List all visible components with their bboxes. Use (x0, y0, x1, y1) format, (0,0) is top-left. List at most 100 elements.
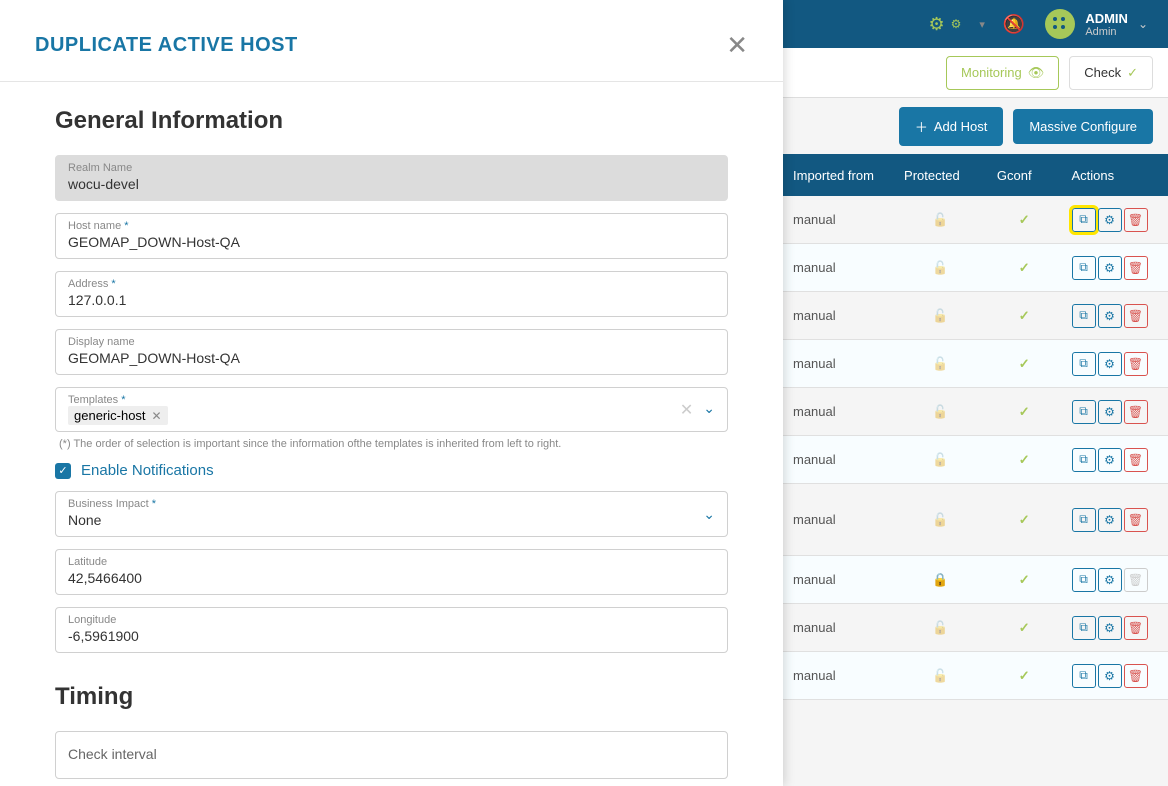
check-icon (1019, 512, 1030, 527)
td-actions: ⧉⚙🗑 (1062, 304, 1168, 328)
latitude-input[interactable] (68, 568, 715, 588)
configure-icon[interactable]: ⚙ (1098, 352, 1122, 376)
duplicate-icon[interactable]: ⧉ (1072, 256, 1096, 280)
th-protected[interactable]: Protected (894, 168, 987, 183)
add-host-button[interactable]: ＋ Add Host (899, 107, 1004, 146)
td-imported: manual (783, 620, 894, 635)
templates-label: Templates * (68, 394, 168, 406)
td-gconf (987, 356, 1062, 372)
settings-icon[interactable]: ⚙ (928, 14, 944, 35)
chip-remove-icon[interactable]: ✕ (152, 409, 162, 423)
massive-configure-button[interactable]: Massive Configure (1013, 109, 1153, 144)
unlock-icon (932, 356, 948, 371)
display-label: Display name (68, 336, 715, 348)
td-gconf (987, 572, 1062, 588)
configure-icon[interactable]: ⚙ (1098, 208, 1122, 232)
configure-icon[interactable]: ⚙ (1098, 400, 1122, 424)
display-input[interactable] (68, 348, 715, 368)
delete-icon[interactable]: 🗑 (1124, 208, 1148, 232)
hostname-input[interactable] (68, 232, 715, 252)
delete-icon[interactable]: 🗑 (1124, 508, 1148, 532)
configure-icon[interactable]: ⚙ (1098, 448, 1122, 472)
delete-icon[interactable]: 🗑 (1124, 448, 1148, 472)
display-name-field[interactable]: Display name (55, 329, 728, 375)
avatar-icon (1045, 9, 1075, 39)
check-icon (1019, 572, 1030, 587)
duplicate-icon[interactable]: ⧉ (1072, 448, 1096, 472)
duplicate-icon[interactable]: ⧉ (1072, 208, 1096, 232)
chevron-down-icon[interactable]: ⌄ (703, 400, 715, 420)
td-imported: manual (783, 404, 894, 419)
check-icon (1019, 212, 1030, 227)
user-menu[interactable]: ADMIN Admin ⌄ (1045, 9, 1148, 39)
td-protected (894, 356, 987, 372)
timing-heading: Timing (55, 683, 728, 711)
hostname-field[interactable]: Host name * (55, 213, 728, 259)
business-label: Business Impact * (68, 498, 156, 510)
td-gconf (987, 308, 1062, 324)
chevron-down-icon: ⌄ (1138, 17, 1148, 31)
check-icon (1019, 452, 1030, 467)
enable-notifications[interactable]: ✓ Enable Notifications (55, 462, 728, 479)
duplicate-icon[interactable]: ⧉ (1072, 352, 1096, 376)
check-button[interactable]: Check ✓ (1069, 56, 1153, 90)
delete-icon[interactable]: 🗑 (1124, 256, 1148, 280)
td-imported: manual (783, 572, 894, 587)
templates-field[interactable]: Templates * generic-host ✕ ✕ ⌄ (55, 387, 728, 432)
plus-icon: ＋ (915, 117, 928, 136)
unlock-icon (932, 404, 948, 419)
duplicate-icon[interactable]: ⧉ (1072, 508, 1096, 532)
duplicate-icon[interactable]: ⧉ (1072, 664, 1096, 688)
configure-icon[interactable]: ⚙ (1098, 616, 1122, 640)
chevron-down-icon[interactable]: ⌄ (703, 506, 715, 523)
td-protected (894, 668, 987, 684)
realm-label: Realm Name (68, 162, 715, 174)
td-gconf (987, 452, 1062, 468)
configure-icon[interactable]: ⚙ (1098, 256, 1122, 280)
duplicate-icon[interactable]: ⧉ (1072, 616, 1096, 640)
td-imported: manual (783, 260, 894, 275)
settings-small-icon[interactable]: ⚙ (951, 17, 962, 31)
configure-icon[interactable]: ⚙ (1098, 508, 1122, 532)
td-protected (894, 512, 987, 528)
th-actions: Actions (1062, 168, 1168, 183)
longitude-label: Longitude (68, 614, 715, 626)
clear-icon[interactable]: ✕ (680, 400, 693, 420)
business-impact-field[interactable]: Business Impact * None ⌄ (55, 491, 728, 537)
realm-value: wocu-devel (68, 174, 715, 194)
configure-icon[interactable]: ⚙ (1098, 304, 1122, 328)
td-imported: manual (783, 308, 894, 323)
delete-icon[interactable]: 🗑 (1124, 400, 1148, 424)
mute-icon[interactable]: 🔕 (1003, 14, 1025, 35)
td-imported: manual (783, 668, 894, 683)
duplicate-icon[interactable]: ⧉ (1072, 568, 1096, 592)
configure-icon[interactable]: ⚙ (1098, 568, 1122, 592)
address-field[interactable]: Address * (55, 271, 728, 317)
td-imported: manual (783, 356, 894, 371)
monitoring-button[interactable]: Monitoring 👁 (946, 56, 1059, 90)
latitude-field[interactable]: Latitude (55, 549, 728, 595)
close-button[interactable]: ✕ (726, 30, 748, 61)
configure-icon[interactable]: ⚙ (1098, 664, 1122, 688)
td-protected (894, 620, 987, 636)
delete-icon[interactable]: 🗑 (1124, 352, 1148, 376)
checkbox-icon[interactable]: ✓ (55, 463, 71, 479)
duplicate-icon[interactable]: ⧉ (1072, 400, 1096, 424)
delete-icon[interactable]: 🗑 (1124, 616, 1148, 640)
check-interval-field[interactable]: Check interval (55, 731, 728, 779)
td-imported: manual (783, 212, 894, 227)
td-gconf (987, 260, 1062, 276)
th-gconf[interactable]: Gconf (987, 168, 1062, 183)
longitude-input[interactable] (68, 626, 715, 646)
delete-icon[interactable]: 🗑 (1124, 304, 1148, 328)
check-icon (1019, 356, 1030, 371)
td-protected (894, 404, 987, 420)
duplicate-icon[interactable]: ⧉ (1072, 304, 1096, 328)
delete-icon[interactable]: 🗑 (1124, 664, 1148, 688)
check-circle-icon: ✓ (1127, 65, 1138, 81)
address-input[interactable] (68, 290, 715, 310)
th-imported[interactable]: Imported from (783, 168, 894, 183)
td-actions: ⧉⚙🗑 (1062, 664, 1168, 688)
address-label: Address * (68, 278, 715, 290)
longitude-field[interactable]: Longitude (55, 607, 728, 653)
